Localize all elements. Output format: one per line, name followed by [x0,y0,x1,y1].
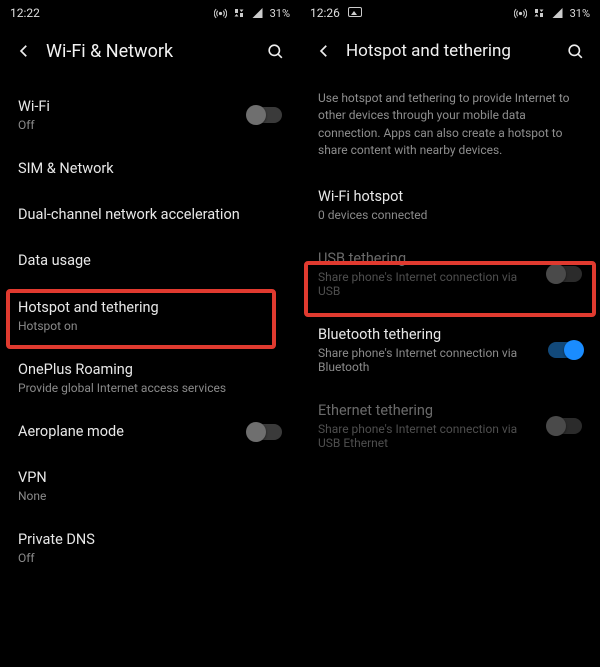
label: VPN [18,469,282,487]
row-wifi-hotspot[interactable]: Wi-Fi hotspot 0 devices connected [300,174,600,236]
sub: Hotspot on [18,319,282,333]
header: Wi-Fi & Network [0,26,300,80]
label: Wi-Fi [18,98,238,116]
sub: Share phone's Internet connection via Bl… [318,346,538,374]
sub: Share phone's Internet connection via US… [318,422,538,450]
picture-icon [348,6,362,20]
status-bar: 12:26 31% [300,0,600,26]
label: Private DNS [18,531,282,549]
sub: 0 devices connected [318,208,582,222]
label: USB tethering [318,250,538,268]
signal-icon [551,7,564,19]
search-icon[interactable] [564,40,586,62]
row-usb-tethering: USB tethering Share phone's Internet con… [300,236,600,312]
settings-list: Wi-Fi Off SIM & Network Dual-channel net… [0,80,300,589]
sub: Off [18,551,282,565]
label: Hotspot and tethering [18,299,282,317]
row-bluetooth-tethering[interactable]: Bluetooth tethering Share phone's Intern… [300,312,600,388]
data-icon [233,7,245,19]
screen-hotspot-tethering: 12:26 31% Hotspot and tetherin [300,0,600,667]
label: OnePlus Roaming [18,361,282,379]
row-ethernet-tethering: Ethernet tethering Share phone's Interne… [300,388,600,464]
sub: Off [18,118,238,132]
hotspot-icon [214,7,227,20]
label: Dual-channel network acceleration [18,206,282,224]
label: Aeroplane mode [18,423,238,441]
sub: Provide global Internet access services [18,381,282,395]
wifi-toggle[interactable] [248,107,282,123]
back-icon[interactable] [314,41,334,61]
data-icon [533,7,545,19]
hotspot-icon [514,7,527,20]
signal-icon [251,7,264,19]
sub: None [18,489,282,503]
usb-tether-toggle [548,266,582,282]
status-bar: 12:22 31% [0,0,300,26]
row-aeroplane-mode[interactable]: Aeroplane mode [0,409,300,455]
row-oneplus-roaming[interactable]: OnePlus Roaming Provide global Internet … [0,347,300,409]
row-private-dns[interactable]: Private DNS Off [0,517,300,579]
status-time: 12:26 [310,6,340,20]
search-icon[interactable] [264,40,286,62]
back-icon[interactable] [14,41,34,61]
row-dual-channel[interactable]: Dual-channel network acceleration [0,192,300,238]
label: Ethernet tethering [318,402,538,420]
status-time: 12:22 [10,6,40,20]
screen-wifi-network: 12:22 31% Wi-Fi & Network [0,0,300,667]
label: Bluetooth tethering [318,326,538,344]
ethernet-tether-toggle [548,418,582,434]
row-sim-network[interactable]: SIM & Network [0,146,300,192]
label: Data usage [18,252,282,270]
row-vpn[interactable]: VPN None [0,455,300,517]
sub: Share phone's Internet connection via US… [318,270,538,298]
page-title: Hotspot and tethering [346,41,564,61]
bluetooth-tether-toggle[interactable] [548,342,582,358]
header: Hotspot and tethering [300,26,600,80]
row-data-usage[interactable]: Data usage [0,238,300,284]
page-title: Wi-Fi & Network [46,41,264,62]
status-battery: 31% [570,7,590,20]
row-hotspot-tethering[interactable]: Hotspot and tethering Hotspot on [0,285,300,347]
row-wifi[interactable]: Wi-Fi Off [0,80,300,146]
aeroplane-toggle[interactable] [248,424,282,440]
label: Wi-Fi hotspot [318,188,582,206]
section-description: Use hotspot and tethering to provide Int… [300,80,600,174]
status-battery: 31% [270,7,290,20]
label: SIM & Network [18,160,282,178]
settings-list: Wi-Fi hotspot 0 devices connected USB te… [300,174,600,475]
